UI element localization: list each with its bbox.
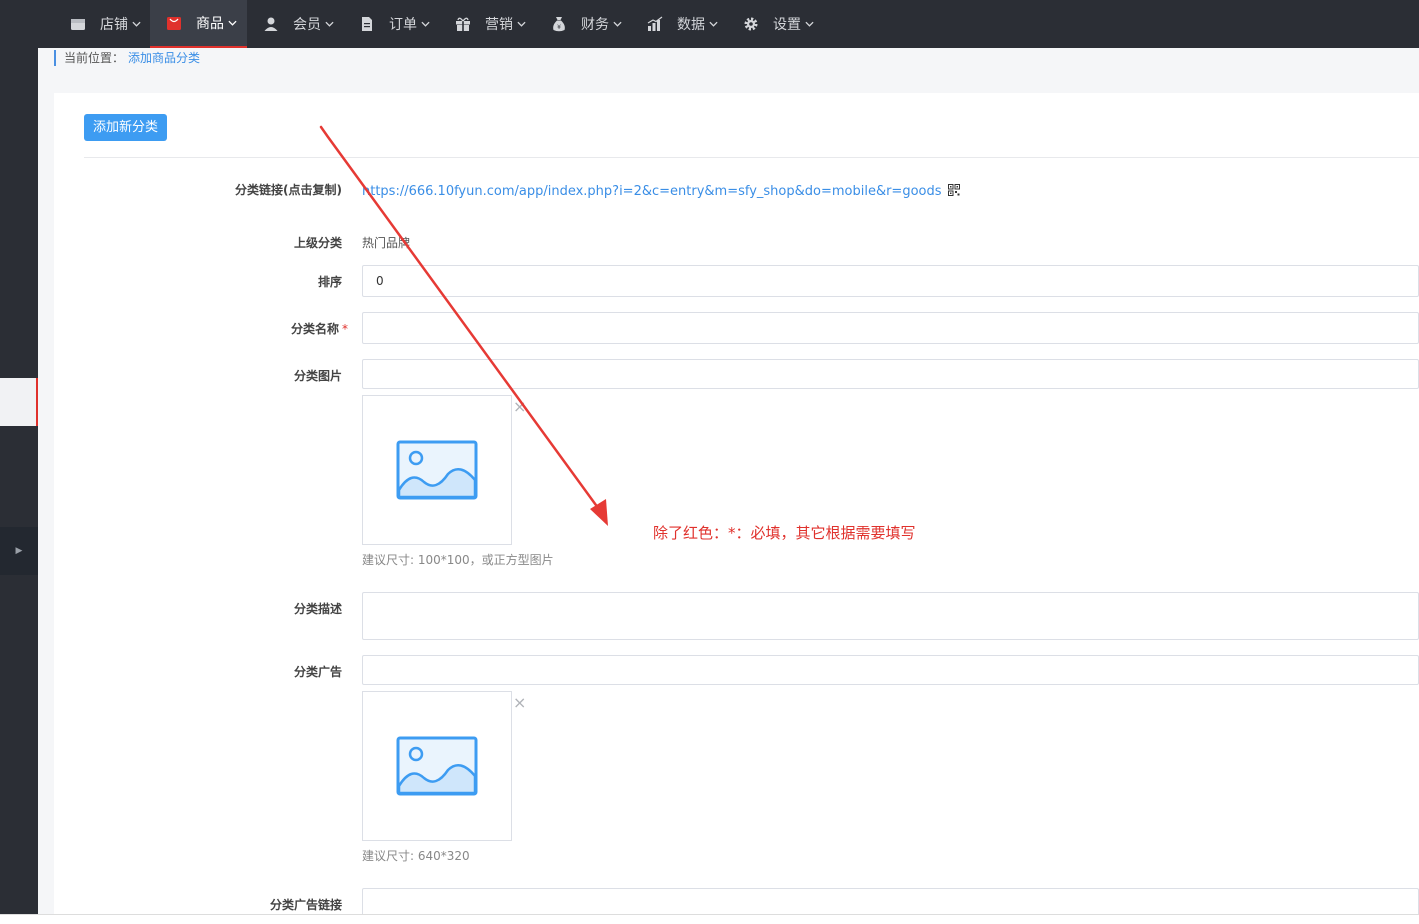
nav-label: 店铺 — [100, 17, 128, 33]
category-name-label: 分类名称 * — [148, 320, 348, 337]
category-image-preview[interactable] — [362, 395, 512, 545]
nav-label: 设置 — [773, 17, 801, 33]
nav-item-data[interactable]: 数据 — [631, 0, 727, 48]
chevron-down-icon — [228, 15, 238, 31]
category-image-hint: 建议尺寸: 100*100，或正方型图片 — [362, 553, 554, 567]
main-panel: 添加新分类 分类链接(点击复制) https://666.10fyun.com/… — [54, 93, 1419, 924]
category-name-label-text: 分类名称 — [290, 322, 339, 336]
chevron-down-icon — [613, 16, 623, 32]
annotation-text: 除了红色：*：必填，其它根据需要填写 — [653, 524, 916, 542]
nav-item-goods[interactable]: 商品 — [150, 0, 247, 48]
nav-label: 会员 — [293, 17, 321, 33]
category-description-label: 分类描述 — [293, 602, 342, 616]
nav-label: 财务 — [581, 17, 609, 33]
money-bag-icon: ¥ — [551, 16, 567, 32]
category-link-label: 分类链接(点击复制) — [235, 183, 342, 197]
nav-label: 数据 — [677, 17, 705, 33]
top-nav: 店铺 商品 会员 订单 营销 ¥ 财务 数据 设置 — [0, 0, 1419, 48]
category-ad-link-label: 分类广告链接 — [269, 898, 342, 912]
bottom-strip — [0, 914, 1419, 924]
nav-item-member[interactable]: 会员 — [247, 0, 343, 48]
sidebar-toggle[interactable]: ▶ — [0, 527, 38, 575]
gift-icon — [455, 16, 471, 32]
add-category-button[interactable]: 添加新分类 — [84, 114, 168, 141]
close-icon[interactable]: × — [513, 695, 526, 711]
category-image-input[interactable] — [362, 359, 1419, 389]
category-link-row: https://666.10fyun.com/app/index.php?i=2… — [362, 184, 961, 199]
chevron-down-icon — [805, 16, 815, 32]
image-placeholder-icon — [396, 736, 478, 796]
bar-chart-icon — [647, 16, 663, 32]
user-icon — [263, 16, 279, 32]
parent-category-label: 上级分类 — [293, 236, 342, 250]
category-name-input[interactable] — [362, 312, 1419, 344]
nav-label: 商品 — [196, 16, 224, 32]
parent-category-value: 热门品牌 — [362, 236, 411, 250]
breadcrumb-current-link[interactable]: 添加商品分类 — [128, 51, 200, 65]
category-image-label: 分类图片 — [293, 369, 342, 383]
nav-label: 营销 — [485, 17, 513, 33]
svg-text:¥: ¥ — [557, 24, 561, 31]
order-icon — [359, 16, 375, 32]
divider — [84, 157, 1419, 158]
chevron-down-icon — [325, 16, 335, 32]
sort-input[interactable]: 0 — [362, 265, 1419, 297]
category-link[interactable]: https://666.10fyun.com/app/index.php?i=2… — [362, 184, 942, 199]
breadcrumb: 当前位置： 添加商品分类 — [54, 50, 200, 66]
chevron-right-icon: ▶ — [15, 546, 23, 556]
image-placeholder-icon — [396, 440, 478, 500]
chevron-down-icon — [132, 16, 142, 32]
breadcrumb-prefix: 当前位置： — [64, 51, 125, 65]
chevron-down-icon — [709, 16, 719, 32]
nav-item-order[interactable]: 订单 — [343, 0, 439, 48]
category-ad-preview[interactable] — [362, 691, 512, 841]
chevron-down-icon — [421, 16, 431, 32]
qrcode-icon[interactable] — [948, 184, 961, 199]
gear-icon — [743, 16, 759, 32]
nav-label: 订单 — [389, 17, 417, 33]
category-ad-input[interactable] — [362, 655, 1419, 685]
store-icon — [70, 16, 86, 32]
required-mark: * — [342, 322, 348, 336]
close-icon[interactable]: × — [513, 399, 526, 415]
left-sidebar: ▶ — [0, 48, 38, 924]
category-description-textarea[interactable] — [362, 592, 1419, 640]
nav-item-finance[interactable]: ¥ 财务 — [535, 0, 631, 48]
sort-label: 排序 — [317, 275, 342, 289]
category-ad-label: 分类广告 — [293, 665, 342, 679]
sidebar-selected-item[interactable] — [0, 378, 38, 426]
goods-icon — [166, 15, 182, 31]
nav-item-marketing[interactable]: 营销 — [439, 0, 535, 48]
nav-item-settings[interactable]: 设置 — [727, 0, 823, 48]
chevron-down-icon — [517, 16, 527, 32]
nav-item-store[interactable]: 店铺 — [54, 0, 150, 48]
category-ad-hint: 建议尺寸: 640*320 — [362, 849, 470, 863]
